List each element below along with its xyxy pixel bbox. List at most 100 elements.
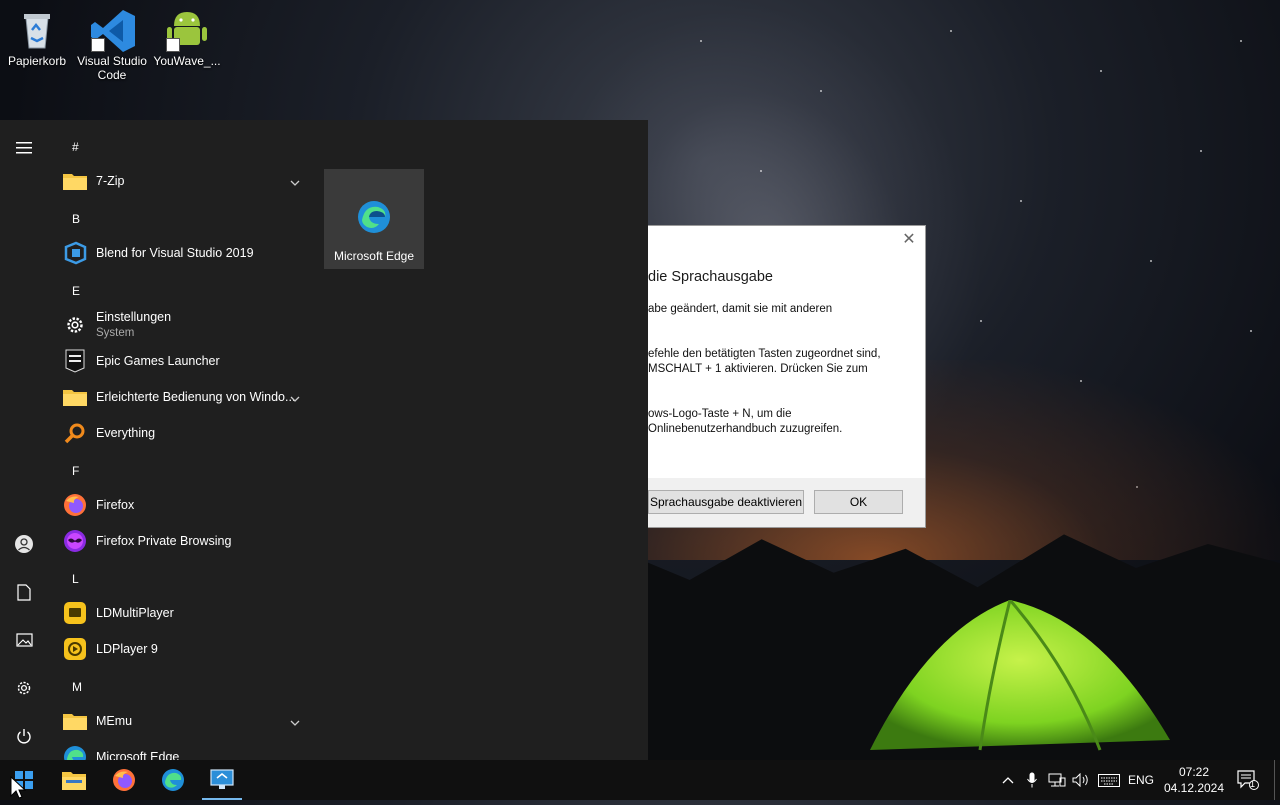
- folder-icon: [62, 708, 88, 734]
- settings-gear-icon: [62, 312, 88, 338]
- app-firefox-private[interactable]: Firefox Private Browsing: [60, 523, 312, 559]
- section-header-hash[interactable]: #: [72, 140, 79, 154]
- dialog-heading: die Sprachausgabe: [648, 269, 773, 285]
- file-explorer-icon: [62, 772, 86, 790]
- app-microsoft-edge[interactable]: Microsoft Edge: [60, 739, 312, 760]
- shortcut-arrow-icon: [166, 38, 180, 52]
- disable-narrator-button[interactable]: Sprachausgabe deaktivieren: [648, 490, 804, 514]
- show-desktop-button[interactable]: [1274, 760, 1275, 800]
- app-list: # 7-Zip B Blend for Visual Studio 2019 E…: [48, 120, 312, 760]
- show-hidden-icons-chevron-up-icon[interactable]: [998, 760, 1018, 800]
- chevron-down-icon[interactable]: [290, 389, 300, 407]
- volume-icon[interactable]: [1070, 760, 1092, 800]
- recycle-bin-icon: [16, 8, 58, 50]
- blend-icon: [62, 240, 88, 266]
- app-everything[interactable]: Everything: [60, 415, 312, 451]
- tile-label: Microsoft Edge: [333, 249, 415, 263]
- dialog-titlebar: ✕: [648, 226, 925, 256]
- taskbar-file-explorer[interactable]: [50, 760, 98, 800]
- folder-icon: [62, 168, 88, 194]
- desktop-icon-vscode[interactable]: Visual Studio Code: [76, 2, 148, 82]
- app-ldmultiplayer[interactable]: LDMultiPlayer: [60, 595, 312, 631]
- ok-button[interactable]: OK: [814, 490, 903, 514]
- remote-desktop-icon: [210, 769, 234, 789]
- dialog-text-line: efehle den betätigten Tasten zugeordnet …: [648, 348, 881, 360]
- input-language[interactable]: ENG: [1124, 760, 1158, 800]
- edge-icon: [357, 200, 391, 239]
- chevron-down-icon[interactable]: [290, 713, 300, 731]
- app-label-sub: System: [96, 327, 135, 339]
- firefox-private-icon: [62, 528, 88, 554]
- app-label: MEmu: [96, 714, 133, 728]
- app-label: Firefox Private Browsing: [96, 534, 232, 548]
- desktop-icon-youwave[interactable]: YouWave_...: [151, 2, 223, 68]
- clock-date: 04.12.2024: [1163, 781, 1225, 795]
- desktop-icon-label: YouWave_...: [153, 54, 221, 68]
- app-label: LDPlayer 9: [96, 642, 158, 656]
- hamburger-menu-icon[interactable]: [12, 136, 36, 160]
- section-header-m[interactable]: M: [72, 680, 82, 694]
- taskbar: ENG 07:22 04.12.2024 1: [0, 760, 1280, 800]
- app-epic-games[interactable]: Epic Games Launcher: [60, 343, 312, 379]
- network-icon[interactable]: [1046, 760, 1068, 800]
- settings-gear-icon[interactable]: [12, 676, 36, 700]
- epic-games-icon: [62, 348, 88, 374]
- documents-icon[interactable]: [12, 580, 36, 604]
- app-memu[interactable]: MEmu: [60, 703, 312, 739]
- power-icon[interactable]: [12, 724, 36, 748]
- mouse-cursor-icon: [10, 775, 27, 805]
- app-label: Blend for Visual Studio 2019: [96, 246, 254, 260]
- notification-icon: [1237, 770, 1259, 790]
- close-icon[interactable]: ✕: [901, 232, 917, 248]
- app-7zip[interactable]: 7-Zip: [60, 163, 312, 199]
- pictures-icon[interactable]: [12, 628, 36, 652]
- chevron-down-icon[interactable]: [290, 173, 300, 191]
- dialog-text-line: abe geändert, damit sie mit anderen: [648, 303, 833, 315]
- start-menu: # 7-Zip B Blend for Visual Studio 2019 E…: [0, 120, 648, 760]
- app-label: Erleichterte Bedienung von Windo...: [96, 390, 296, 404]
- android-icon: [166, 8, 208, 52]
- dialog-text-line: Onlinebenutzerhandbuch zuzugreifen.: [648, 423, 843, 435]
- app-label: Microsoft Edge: [96, 750, 180, 760]
- ldplayer-icon: [62, 636, 88, 662]
- tile-microsoft-edge[interactable]: Microsoft Edge: [324, 169, 424, 269]
- app-label: Everything: [96, 426, 156, 440]
- dialog-text-line: MSCHALT + 1 aktivieren. Drücken Sie zum: [648, 363, 868, 375]
- taskbar-remote-desktop[interactable]: [198, 760, 246, 800]
- desktop-icon-label: Papierkorb: [7, 54, 67, 68]
- folder-icon: [62, 384, 88, 410]
- app-blend[interactable]: Blend for Visual Studio 2019: [60, 235, 312, 271]
- action-center-button[interactable]: 1: [1232, 760, 1264, 800]
- edge-icon: [162, 769, 184, 791]
- microphone-icon[interactable]: [1022, 760, 1042, 800]
- app-label-main: Einstellungen: [96, 310, 172, 324]
- taskbar-firefox[interactable]: [100, 760, 148, 800]
- app-label: LDMultiPlayer: [96, 606, 174, 620]
- user-account-icon[interactable]: [12, 532, 36, 556]
- clock[interactable]: 07:22 04.12.2024: [1160, 760, 1228, 800]
- touch-keyboard-icon[interactable]: [1096, 760, 1122, 800]
- section-header-b[interactable]: B: [72, 212, 80, 226]
- taskbar-edge[interactable]: [149, 760, 197, 800]
- firefox-icon: [62, 492, 88, 518]
- app-label: 7-Zip: [96, 174, 125, 188]
- edge-icon: [62, 744, 88, 760]
- section-header-l[interactable]: L: [72, 572, 79, 586]
- app-erleichterte-bedienung[interactable]: Erleichterte Bedienung von Windo...: [60, 379, 312, 415]
- clock-time: 07:22: [1178, 765, 1210, 779]
- app-einstellungen[interactable]: Einstellungen System: [60, 307, 312, 343]
- narrator-dialog: ✕ die Sprachausgabe abe geändert, damit …: [648, 225, 926, 528]
- section-header-f[interactable]: F: [72, 464, 79, 478]
- notification-count: 1: [1250, 779, 1256, 789]
- vscode-icon: [91, 8, 135, 52]
- app-label: Firefox: [96, 498, 135, 512]
- shortcut-arrow-icon: [91, 38, 105, 52]
- desktop-icon-recycle-bin[interactable]: Papierkorb: [1, 2, 73, 68]
- dialog-text-line: ows-Logo-Taste + N, um die: [648, 408, 792, 420]
- app-ldplayer[interactable]: LDPlayer 9: [60, 631, 312, 667]
- section-header-e[interactable]: E: [72, 284, 80, 298]
- everything-search-icon: [62, 420, 88, 446]
- app-label: Einstellungen System: [96, 309, 171, 341]
- app-firefox[interactable]: Firefox: [60, 487, 312, 523]
- ldmultiplayer-icon: [62, 600, 88, 626]
